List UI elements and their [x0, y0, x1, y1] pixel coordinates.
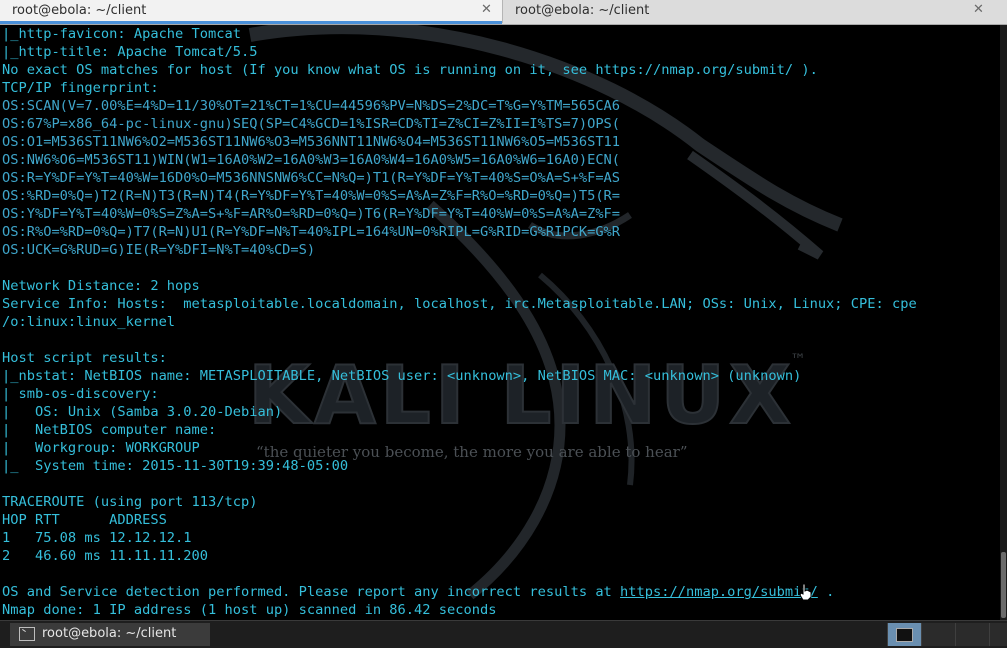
terminal-line: | NetBIOS computer name: [2, 421, 917, 439]
terminal-line: |_nbstat: NetBIOS name: METASPLOITABLE, … [2, 367, 917, 385]
terminal-line-text: OS:O1=M536ST11NW6%O2=M536ST11NW6%O3=M536… [2, 134, 621, 150]
terminal-line: 2 46.60 ms 11.11.11.200 [2, 547, 917, 565]
terminal-line-text: | Workgroup: WORKGROUP [2, 440, 200, 456]
terminal-icon [19, 627, 35, 641]
terminal-line: Host script results: [2, 349, 917, 367]
terminal-line-text: |_ System time: 2015-11-30T19:39:48-05:0… [2, 458, 349, 474]
tab-label: root@ebola: ~/client [515, 3, 650, 18]
terminal-line: 1 75.08 ms 12.12.12.1 [2, 529, 917, 547]
close-tab-icon[interactable]: ✕ [481, 2, 492, 17]
terminal-line: TRACEROUTE (using port 113/tcp) [2, 493, 917, 511]
terminal-line-text: | smb-os-discovery: [2, 386, 159, 402]
terminal-line-text: |_http-title: Apache Tomcat/5.5 [2, 44, 258, 60]
terminal-line: HOP RTT ADDRESS [2, 511, 917, 529]
terminal-line-text: OS:SCAN(V=7.00%E=4%D=11/30%OT=21%CT=1%CU… [2, 98, 621, 114]
terminal-line-text: OS:R=Y%DF=Y%T=40%W=16D0%O=M536NNSNW6%CC=… [2, 170, 621, 186]
scrollbar-thumb[interactable] [1001, 552, 1006, 618]
terminal-line: TCP/IP fingerprint: [2, 79, 917, 97]
terminal-line-text: OS:67%P=x86_64-pc-linux-gnu)SEQ(SP=C4%GC… [2, 116, 621, 132]
tab-terminal-2[interactable]: root@ebola: ~/client ✕ [503, 0, 1007, 23]
workspace-3[interactable] [955, 623, 989, 646]
workspace-2[interactable] [921, 623, 955, 646]
terminal-line-text: Nmap done: 1 IP address (1 host up) scan… [2, 602, 497, 618]
taskbar: root@ebola: ~/client [0, 620, 1007, 648]
taskbar-window-button[interactable]: root@ebola: ~/client [10, 623, 210, 646]
terminal-line: OS:NW6%O6=M536ST11)WIN(W1=16A0%W2=16A0%W… [2, 151, 917, 169]
terminal-thumbnail-icon [896, 628, 913, 642]
terminal-line-text: OS:R%O=%RD=0%Q=)T7(R=N)U1(R=Y%DF=N%T=40%… [2, 224, 621, 240]
tab-label: root@ebola: ~/client [12, 3, 147, 18]
terminal-line-text: |_http-favicon: Apache Tomcat [2, 26, 241, 42]
terminal-line: OS:%RD=0%Q=)T2(R=N)T3(R=N)T4(R=Y%DF=Y%T=… [2, 187, 917, 205]
terminal-line: |_http-favicon: Apache Tomcat [2, 25, 917, 43]
terminal-line: OS:R%O=%RD=0%Q=)T7(R=N)U1(R=Y%DF=N%T=40%… [2, 223, 917, 241]
terminal-line: |_http-title: Apache Tomcat/5.5 [2, 43, 917, 61]
terminal-line-text: /o:linux:linux_kernel [2, 314, 176, 330]
terminal-line: OS:SCAN(V=7.00%E=4%D=11/30%OT=21%CT=1%CU… [2, 97, 917, 115]
terminal-line-text: HOP RTT ADDRESS [2, 512, 167, 528]
terminal-line: Service Info: Hosts: metasploitable.loca… [2, 295, 917, 313]
terminal-line: OS:R=Y%DF=Y%T=40%W=16D0%O=M536NNSNW6%CC=… [2, 169, 917, 187]
terminal-line-tail: . [817, 584, 835, 600]
workspace-4[interactable] [989, 623, 1007, 646]
terminal-line-text: OS and Service detection performed. Plea… [2, 584, 621, 600]
terminal-line: OS:67%P=x86_64-pc-linux-gnu)SEQ(SP=C4%GC… [2, 115, 917, 133]
terminal-output[interactable]: KALI LINUX ™ “the quieter you become, th… [0, 25, 1007, 620]
terminal-line: /o:linux:linux_kernel [2, 313, 917, 331]
terminal-line-text: Host script results: [2, 350, 167, 366]
terminal-line: | smb-os-discovery: [2, 385, 917, 403]
terminal-line-text: TRACEROUTE (using port 113/tcp) [2, 494, 258, 510]
terminal-line-text: TCP/IP fingerprint: [2, 80, 159, 96]
terminal-line: OS:UCK=G%RUD=G)IE(R=Y%DFI=N%T=40%CD=S) [2, 241, 917, 259]
terminal-line-text: |_nbstat: NetBIOS name: METASPLOITABLE, … [2, 368, 802, 384]
terminal-line: OS:Y%DF=Y%T=40%W=0%S=Z%A=S+%F=AR%O=%RD=0… [2, 205, 917, 223]
terminal-line-text: 1 75.08 ms 12.12.12.1 [2, 530, 192, 546]
terminal-line-text: OS:Y%DF=Y%T=40%W=0%S=Z%A=S+%F=AR%O=%RD=0… [2, 206, 621, 222]
terminal-line-text: No exact OS matches for host (If you kno… [2, 62, 818, 78]
terminal-scrollbar[interactable] [1000, 25, 1007, 620]
terminal-line: | Workgroup: WORKGROUP [2, 439, 917, 457]
terminal-line: |_ System time: 2015-11-30T19:39:48-05:0… [2, 457, 917, 475]
terminal-line-text: 2 46.60 ms 11.11.11.200 [2, 548, 209, 564]
terminal-line-text: OS:%RD=0%Q=)T2(R=N)T3(R=N)T4(R=Y%DF=Y%T=… [2, 188, 621, 204]
terminal-line: OS and Service detection performed. Plea… [2, 583, 917, 601]
terminal-line-text: OS:NW6%O6=M536ST11)WIN(W1=16A0%W2=16A0%W… [2, 152, 621, 168]
terminal-line: | OS: Unix (Samba 3.0.20-Debian) [2, 403, 917, 421]
terminal-line-text: Network Distance: 2 hops [2, 278, 200, 294]
terminal-lines: |_http-favicon: Apache Tomcat |_http-titl… [2, 25, 917, 619]
terminal-line-text: | OS: Unix (Samba 3.0.20-Debian) [2, 404, 283, 420]
terminal-line-text: | NetBIOS computer name: [2, 422, 217, 438]
terminal-line: No exact OS matches for host (If you kno… [2, 61, 917, 79]
tab-bar: root@ebola: ~/client ✕ root@ebola: ~/cli… [0, 0, 1007, 25]
tab-terminal-1[interactable]: root@ebola: ~/client ✕ [0, 0, 503, 24]
workspace-1[interactable] [887, 623, 921, 646]
hand-pointer-icon [799, 583, 812, 601]
close-tab-icon[interactable]: ✕ [973, 2, 984, 17]
terminal-line-text: OS:UCK=G%RUD=G)IE(R=Y%DFI=N%T=40%CD=S) [2, 242, 316, 258]
terminal-line-text: Service Info: Hosts: metasploitable.loca… [2, 296, 917, 312]
terminal-line: Network Distance: 2 hops [2, 277, 917, 295]
terminal-line: OS:O1=M536ST11NW6%O2=M536ST11NW6%O3=M536… [2, 133, 917, 151]
terminal-line: Nmap done: 1 IP address (1 host up) scan… [2, 601, 917, 619]
taskbar-window-label: root@ebola: ~/client [42, 626, 177, 641]
nmap-submit-link[interactable]: https://nmap.org/submit/ [620, 584, 818, 600]
